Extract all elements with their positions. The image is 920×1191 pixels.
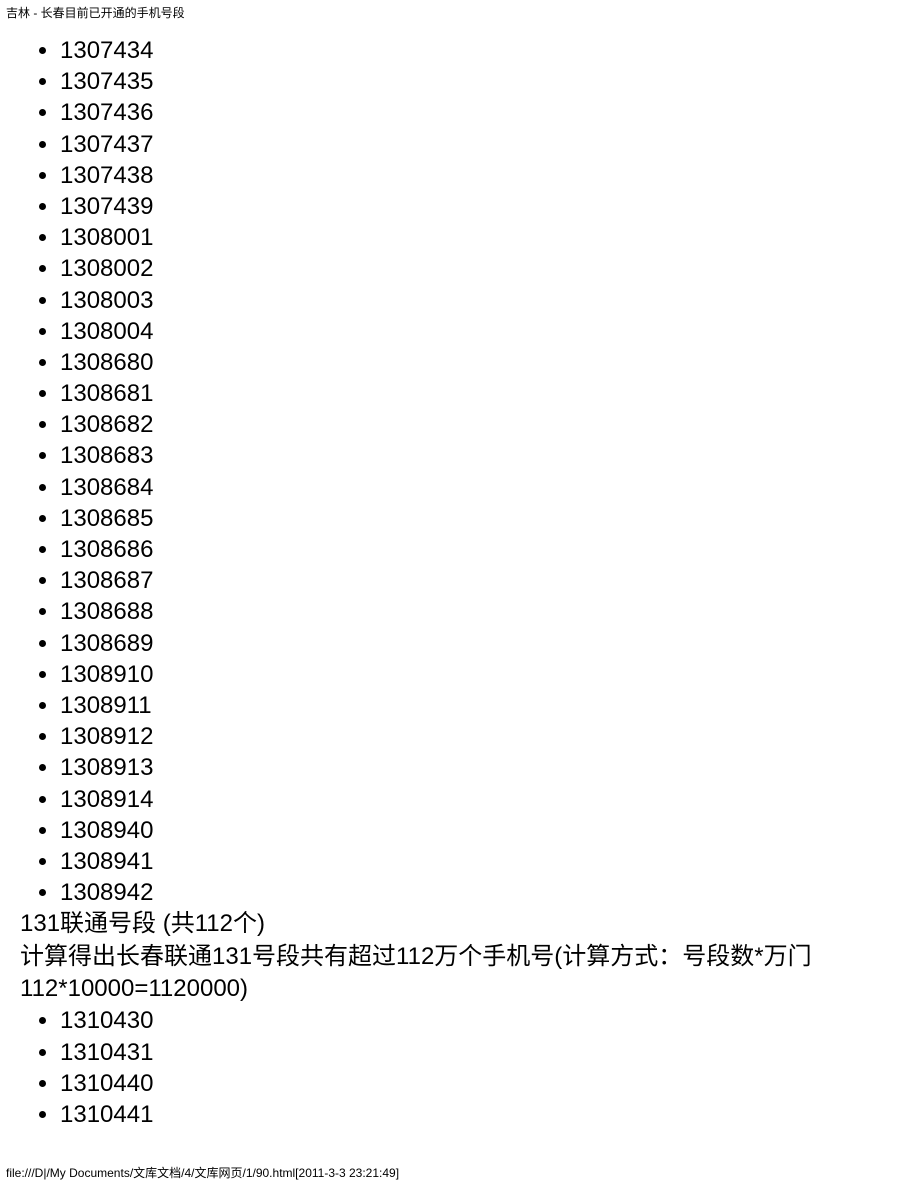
list-item: 1308684 bbox=[60, 472, 900, 503]
number-list-2: 1310430131043113104401310441 bbox=[20, 1005, 900, 1130]
list-item: 1308682 bbox=[60, 409, 900, 440]
list-item: 1308942 bbox=[60, 877, 900, 908]
section-heading: 131联通号段 (共112个) bbox=[20, 908, 900, 940]
list-item: 1308004 bbox=[60, 316, 900, 347]
list-item: 1308686 bbox=[60, 534, 900, 565]
list-item: 1308683 bbox=[60, 440, 900, 471]
list-item: 1308913 bbox=[60, 752, 900, 783]
list-item: 1308680 bbox=[60, 347, 900, 378]
list-item: 1308003 bbox=[60, 285, 900, 316]
list-item: 1308688 bbox=[60, 596, 900, 627]
list-item: 1308914 bbox=[60, 784, 900, 815]
list-item: 1308910 bbox=[60, 659, 900, 690]
main-content: 1307434130743513074361307437130743813074… bbox=[0, 25, 920, 1130]
list-item: 1307437 bbox=[60, 129, 900, 160]
list-item: 1308687 bbox=[60, 565, 900, 596]
list-item: 1308001 bbox=[60, 222, 900, 253]
list-item: 1310441 bbox=[60, 1099, 900, 1130]
list-item: 1307439 bbox=[60, 191, 900, 222]
list-item: 1308940 bbox=[60, 815, 900, 846]
list-item: 1307435 bbox=[60, 66, 900, 97]
list-item: 1310431 bbox=[60, 1037, 900, 1068]
list-item: 1307436 bbox=[60, 97, 900, 128]
list-item: 1308689 bbox=[60, 628, 900, 659]
page-header: 吉林 - 长春目前已开通的手机号段 bbox=[0, 0, 920, 25]
list-item: 1308912 bbox=[60, 721, 900, 752]
list-item: 1308681 bbox=[60, 378, 900, 409]
section-description: 计算得出长春联通131号段共有超过112万个手机号(计算方式：号段数*万门 11… bbox=[20, 941, 900, 1006]
list-item: 1308941 bbox=[60, 846, 900, 877]
list-item: 1307438 bbox=[60, 160, 900, 191]
footer-path: file:///D|/My Documents/文库文档/4/文库网页/1/90… bbox=[6, 1164, 399, 1181]
list-item: 1308911 bbox=[60, 690, 900, 721]
list-item: 1310440 bbox=[60, 1068, 900, 1099]
list-item: 1310430 bbox=[60, 1005, 900, 1036]
page-title: 吉林 - 长春目前已开通的手机号段 bbox=[6, 6, 185, 20]
number-list-1: 1307434130743513074361307437130743813074… bbox=[20, 35, 900, 908]
list-item: 1308002 bbox=[60, 253, 900, 284]
list-item: 1308685 bbox=[60, 503, 900, 534]
list-item: 1307434 bbox=[60, 35, 900, 66]
